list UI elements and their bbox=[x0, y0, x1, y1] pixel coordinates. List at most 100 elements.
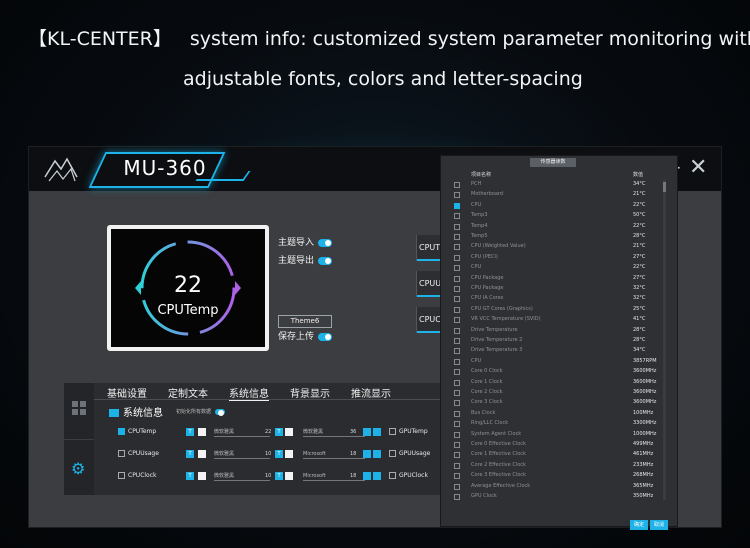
list-item[interactable]: Average Effective Clock 365MHz bbox=[441, 482, 677, 492]
sensor-checkbox[interactable] bbox=[454, 473, 460, 480]
sensor-checkbox[interactable] bbox=[454, 213, 460, 220]
sensor-checkbox[interactable] bbox=[454, 286, 460, 292]
sensor-checkbox[interactable] bbox=[454, 400, 460, 407]
text-style-button[interactable]: T bbox=[275, 450, 283, 458]
list-item[interactable]: Core 3 Clock 3600MHz bbox=[441, 398, 677, 408]
sensor-checkbox[interactable] bbox=[454, 234, 460, 240]
sensor-checkbox[interactable] bbox=[454, 223, 460, 230]
spacing-stepper[interactable] bbox=[363, 472, 371, 480]
list-item[interactable]: Drive Temperature 28°C bbox=[441, 326, 677, 336]
save-upload-control[interactable]: 保存上传 bbox=[278, 329, 333, 342]
list-item[interactable]: CPU 22°C bbox=[441, 263, 677, 273]
font-size-value[interactable]: 36 bbox=[350, 428, 356, 436]
spacing-stepper[interactable] bbox=[373, 472, 381, 480]
sensor-checkbox[interactable] bbox=[454, 442, 460, 448]
list-item[interactable]: CPU (Weighted Value) 21°C bbox=[441, 242, 677, 252]
list-item[interactable]: Drive Temperature 3 34°C bbox=[441, 346, 677, 356]
sensor-checkbox[interactable] bbox=[454, 338, 460, 344]
spacing-stepper[interactable] bbox=[373, 428, 381, 436]
row-checkbox[interactable] bbox=[118, 450, 125, 457]
sensor-scrollbar[interactable] bbox=[663, 180, 666, 500]
theme-import-control[interactable]: 主题导入 bbox=[278, 235, 333, 248]
sensor-checkbox[interactable] bbox=[454, 410, 460, 417]
sensor-checkbox[interactable] bbox=[454, 494, 460, 500]
color-swatch[interactable] bbox=[198, 472, 206, 480]
row-checkbox[interactable] bbox=[118, 428, 125, 435]
sensor-checkbox[interactable] bbox=[454, 244, 460, 251]
list-item[interactable]: Motherboard 21°C bbox=[441, 190, 677, 200]
tab-background[interactable]: 背景显示 bbox=[290, 385, 330, 400]
sensor-checkbox[interactable] bbox=[454, 452, 460, 459]
right-metric-checkbox[interactable] bbox=[389, 472, 396, 479]
sensor-checkbox[interactable] bbox=[454, 306, 460, 313]
theme-export-toggle[interactable] bbox=[318, 256, 333, 265]
list-item[interactable]: CPU 22°C bbox=[441, 201, 677, 211]
color-swatch[interactable] bbox=[285, 472, 293, 480]
sensor-checkbox[interactable] bbox=[454, 390, 460, 396]
color-swatch[interactable] bbox=[198, 428, 206, 436]
list-item[interactable]: CPU 3857RPM bbox=[441, 357, 677, 367]
font-size-value[interactable]: 18 bbox=[350, 472, 356, 480]
sensor-checkbox[interactable] bbox=[454, 327, 460, 334]
list-item[interactable]: Temp3 50°C bbox=[441, 211, 677, 221]
scrollbar-thumb[interactable] bbox=[663, 182, 666, 192]
theme-import-toggle[interactable] bbox=[318, 238, 333, 247]
sensor-checkbox[interactable] bbox=[454, 296, 460, 303]
theme-export-control[interactable]: 主题导出 bbox=[278, 253, 333, 266]
font-select[interactable]: 微软雅黑 bbox=[214, 428, 270, 437]
list-item[interactable]: Ring/LLC Clock 3300MHz bbox=[441, 419, 677, 429]
list-item[interactable]: CPU GT Cores (Graphics) 25°C bbox=[441, 305, 677, 315]
tab-streaming[interactable]: 推流显示 bbox=[351, 385, 391, 400]
ok-button[interactable]: 确定 bbox=[630, 520, 648, 530]
list-item[interactable]: Bus Clock 100MHz bbox=[441, 409, 677, 419]
grid-icon[interactable] bbox=[72, 401, 86, 415]
list-item[interactable]: Core 0 Clock 3600MHz bbox=[441, 367, 677, 377]
sensor-checkbox[interactable] bbox=[454, 431, 460, 438]
cancel-button[interactable]: 取消 bbox=[650, 520, 668, 530]
right-metric-checkbox[interactable] bbox=[389, 428, 396, 435]
list-item[interactable]: Core 2 Clock 3600MHz bbox=[441, 388, 677, 398]
list-item[interactable]: CPU Package 27°C bbox=[441, 274, 677, 284]
sensor-checkbox[interactable] bbox=[454, 348, 460, 355]
spacing-stepper[interactable] bbox=[363, 428, 371, 436]
list-item[interactable]: Core 1 Effective Clock 461MHz bbox=[441, 450, 677, 460]
list-item[interactable]: PCH 34°C bbox=[441, 180, 677, 190]
sensor-checkbox[interactable] bbox=[454, 358, 460, 365]
list-item[interactable]: GPU Clock 350MHz bbox=[441, 492, 677, 502]
list-item[interactable]: System Agent Clock 1000MHz bbox=[441, 430, 677, 440]
font-size-value[interactable]: 18 bbox=[350, 450, 356, 458]
gear-icon[interactable]: ⚙ bbox=[71, 459, 85, 478]
font-select[interactable]: 微软雅黑 bbox=[214, 472, 270, 481]
sensor-checkbox[interactable] bbox=[454, 379, 460, 386]
text-style-button[interactable]: T bbox=[275, 472, 283, 480]
list-item[interactable]: CPU IA Cores 32°C bbox=[441, 294, 677, 304]
theme-name-field[interactable]: Theme6 bbox=[278, 315, 332, 328]
spacing-stepper[interactable] bbox=[373, 450, 381, 458]
init-data-control[interactable]: 初始化所有数据 bbox=[176, 408, 226, 416]
right-metric[interactable]: GPUUsage bbox=[389, 450, 430, 457]
font-size-value[interactable]: 22 bbox=[265, 428, 271, 436]
sensor-checkbox[interactable] bbox=[454, 182, 460, 188]
list-item[interactable]: Drive Temperature 2 28°C bbox=[441, 336, 677, 346]
list-item[interactable]: Temp5 28°C bbox=[441, 232, 677, 242]
sensor-checkbox[interactable] bbox=[454, 317, 460, 324]
right-metric-checkbox[interactable] bbox=[389, 450, 396, 457]
list-item[interactable]: Core 2 Effective Clock 233MHz bbox=[441, 461, 677, 471]
list-item[interactable]: CPU Package 32°C bbox=[441, 284, 677, 294]
sensor-checkbox[interactable] bbox=[454, 254, 460, 261]
font-size-value[interactable]: 10 bbox=[265, 450, 271, 458]
list-item[interactable]: Temp4 22°C bbox=[441, 222, 677, 232]
text-style-button[interactable]: T bbox=[186, 428, 194, 436]
color-swatch[interactable] bbox=[285, 450, 293, 458]
right-metric[interactable]: GPUTemp bbox=[389, 428, 428, 435]
row-checkbox[interactable] bbox=[118, 472, 125, 479]
color-swatch[interactable] bbox=[285, 428, 293, 436]
sensor-checkbox[interactable] bbox=[454, 192, 460, 199]
close-button[interactable]: ✕ bbox=[689, 155, 707, 180]
list-item[interactable]: CPU (PECI) 27°C bbox=[441, 253, 677, 263]
right-metric[interactable]: GPUClock bbox=[389, 472, 428, 479]
font-select[interactable]: 微软雅黑 bbox=[214, 450, 270, 459]
spacing-stepper[interactable] bbox=[363, 450, 371, 458]
sensor-checkbox[interactable] bbox=[454, 265, 460, 272]
list-item[interactable]: Core 1 Clock 3600MHz bbox=[441, 378, 677, 388]
